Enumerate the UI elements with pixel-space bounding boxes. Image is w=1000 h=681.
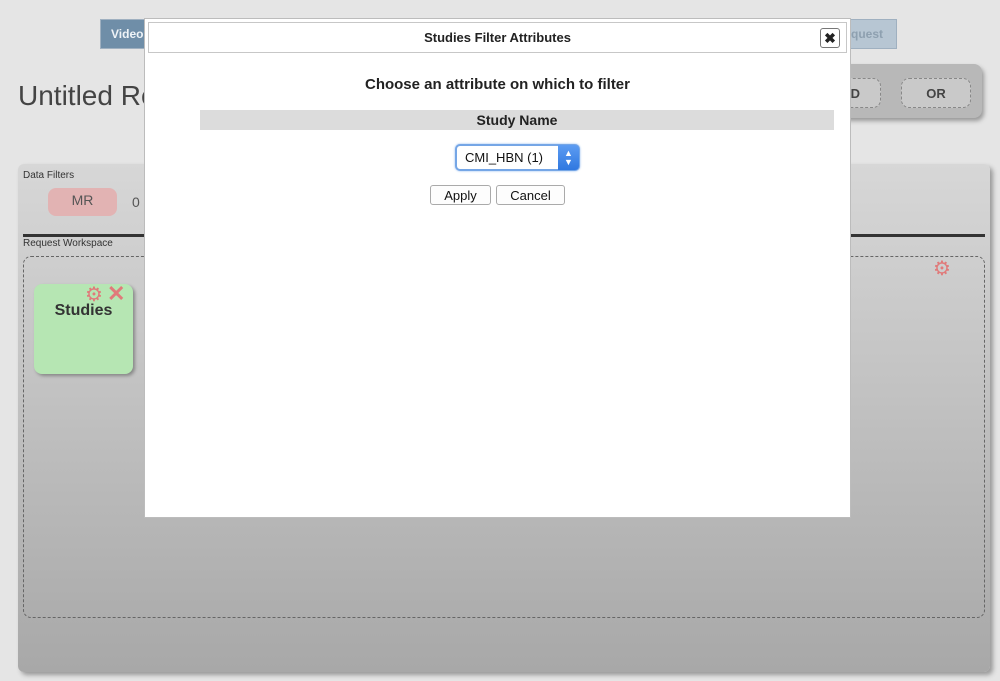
studies-filter-dialog: Studies Filter Attributes ✖ Choose an at… <box>144 18 851 518</box>
close-icon: ✖ <box>824 29 836 46</box>
mr-filter-chip[interactable]: MR <box>48 188 117 216</box>
or-operator-button[interactable]: OR <box>901 78 971 108</box>
request-workspace-label: Request Workspace <box>23 238 113 249</box>
studies-card-title: Studies <box>54 302 113 319</box>
studies-card[interactable]: ⚙ ✕ Studies <box>34 283 133 374</box>
mr-filter-count: 0 <box>132 194 140 210</box>
dialog-title: Studies Filter Attributes <box>424 30 571 45</box>
apply-button[interactable]: Apply <box>430 185 491 205</box>
study-name-select-value: CMI_HBN (1) <box>465 150 544 165</box>
page-title: Untitled Re <box>18 80 157 111</box>
dialog-titlebar: Studies Filter Attributes ✖ <box>148 22 847 53</box>
study-name-select[interactable]: CMI_HBN (1) ▲ ▼ <box>455 144 580 171</box>
workspace-settings-gear-icon[interactable]: ⚙ <box>933 259 951 279</box>
select-stepper-icon[interactable]: ▲ ▼ <box>558 145 579 170</box>
dialog-heading: Choose an attribute on which to filter <box>364 76 630 93</box>
video-nav-button[interactable]: Video <box>100 19 146 49</box>
attribute-header: Study Name <box>200 110 834 130</box>
studies-remove-icon[interactable]: ✕ <box>107 283 125 305</box>
dialog-close-button[interactable]: ✖ <box>820 28 840 48</box>
cancel-button[interactable]: Cancel <box>496 185 565 205</box>
data-filters-label: Data Filters <box>23 170 75 181</box>
operator-tray: D OR <box>838 64 982 118</box>
request-nav-button[interactable]: quest <box>849 19 897 49</box>
